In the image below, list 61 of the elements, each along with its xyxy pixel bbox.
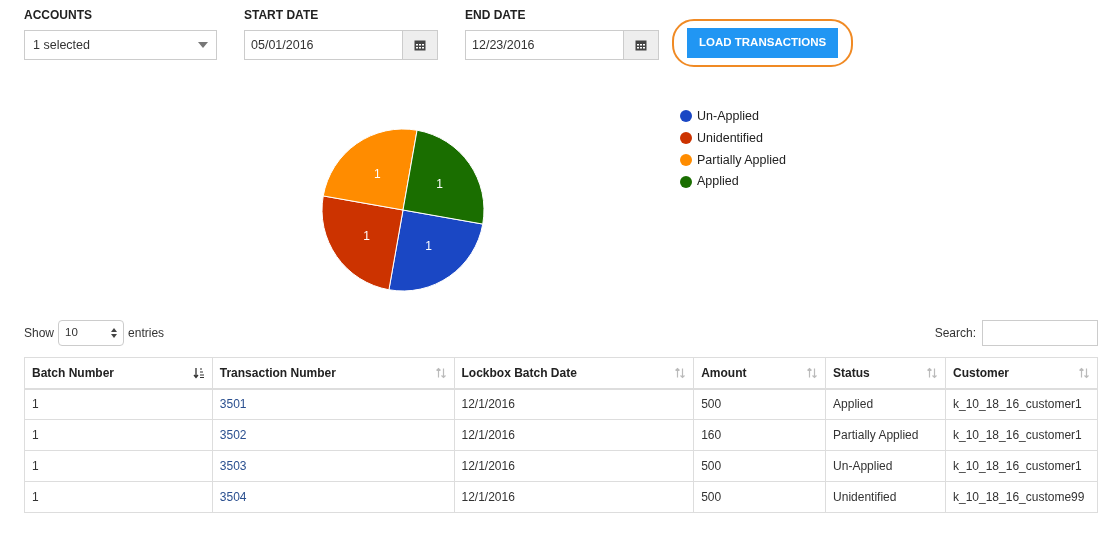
column-header[interactable]: Customer xyxy=(945,357,1098,389)
table-cell: 12/1/2016 xyxy=(454,450,694,482)
column-header[interactable]: Amount xyxy=(693,357,826,389)
column-header[interactable]: Batch Number xyxy=(24,357,213,389)
field-label: START DATE xyxy=(244,7,320,24)
legend-label: Unidentified xyxy=(697,129,763,147)
table-cell: 1 xyxy=(24,388,213,420)
search-field[interactable] xyxy=(982,320,1098,346)
column-header[interactable]: Transaction Number xyxy=(212,357,454,389)
date-field[interactable]: 05/01/2016 xyxy=(244,30,403,60)
sort-icon xyxy=(434,366,447,379)
column-header[interactable]: Lockbox Batch Date xyxy=(454,357,694,389)
table-cell: k_10_18_16_custome99 xyxy=(945,481,1098,513)
date-field[interactable]: 12/23/2016 xyxy=(465,30,624,60)
table-cell: k_10_18_16_customer1 xyxy=(945,419,1098,451)
column-header[interactable]: Status xyxy=(825,357,946,389)
table-cell: Un-Applied xyxy=(825,450,946,482)
calendar-button[interactable] xyxy=(624,30,659,60)
calendar-button[interactable] xyxy=(403,30,438,60)
table-cell: 1 xyxy=(24,450,213,482)
sort-icon xyxy=(926,366,938,379)
sort-icon xyxy=(806,366,819,379)
slice-label: 1 xyxy=(374,166,381,181)
legend-label: Partially Applied xyxy=(697,151,786,169)
show-label: Show xyxy=(24,325,55,342)
table-cell: Partially Applied xyxy=(825,419,946,451)
table-cell: 12/1/2016 xyxy=(454,419,694,451)
sort-ascending-icon xyxy=(192,366,205,379)
table-cell: 160 xyxy=(693,419,826,451)
slice-label: 1 xyxy=(425,239,432,254)
transaction-link[interactable]: 3502 xyxy=(219,428,247,442)
field-label: END DATE xyxy=(465,7,527,24)
entries-label: entries xyxy=(128,325,165,342)
transaction-link[interactable]: 3503 xyxy=(219,459,247,473)
search-label: Search: xyxy=(934,325,976,342)
spinner-icon xyxy=(111,328,118,338)
transaction-link[interactable]: 3501 xyxy=(219,397,247,412)
table-cell: k_10_18_16_customer1 xyxy=(945,388,1098,420)
table-cell: 1 xyxy=(24,481,213,513)
table-cell: 500 xyxy=(693,388,826,420)
accounts-dropdown[interactable]: 1 selected xyxy=(24,30,217,60)
table-cell: 12/1/2016 xyxy=(454,481,694,513)
table-cell: k_10_18_16_customer1 xyxy=(945,450,1098,482)
calendar-icon xyxy=(635,39,647,51)
legend-label: Un-Applied xyxy=(697,108,759,125)
slice-label: 1 xyxy=(363,228,370,243)
slice-label: 1 xyxy=(436,177,443,192)
table-cell: Applied xyxy=(825,388,946,420)
sort-icon xyxy=(1078,366,1090,379)
table-cell: 500 xyxy=(693,481,826,513)
legend-label: Applied xyxy=(697,173,739,191)
table-cell: 1 xyxy=(24,419,213,451)
transaction-link[interactable]: 3504 xyxy=(219,490,247,504)
sort-icon xyxy=(674,366,687,379)
table-cell: 500 xyxy=(693,450,826,482)
page-size-select[interactable]: 10 xyxy=(58,320,125,346)
caret-icon xyxy=(198,42,208,48)
table-cell: Unidentified xyxy=(825,481,946,513)
field-label: ACCOUNTS xyxy=(24,7,93,24)
table-cell: 12/1/2016 xyxy=(454,388,694,420)
calendar-icon xyxy=(414,39,426,51)
